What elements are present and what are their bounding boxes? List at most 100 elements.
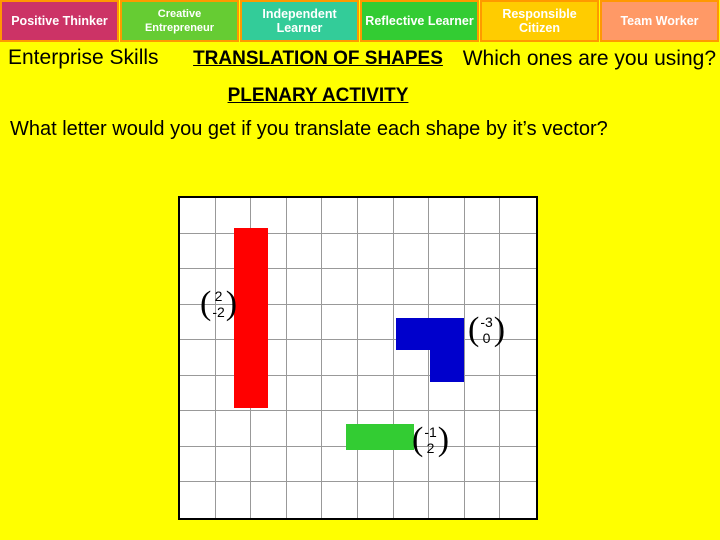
vector-left-paren: ( [412,421,424,458]
grid-cell [500,411,536,447]
grid-cell [180,411,216,447]
grid-cell [357,269,394,305]
enterprise-skills-label: Enterprise Skills [8,46,159,69]
skill-badge-label: Reflective Learner [365,14,474,28]
grid-cell [393,375,430,412]
grid-cell [464,375,501,412]
question-text: What letter would you get if you transla… [10,118,608,140]
grid-cell [464,233,501,270]
grid-cell [251,482,287,518]
skill-badge-team-worker[interactable]: Team Worker [600,0,719,42]
skill-badge-creative-entrepreneur[interactable]: Creative Entrepreneur [120,0,239,42]
grid-cell [286,233,323,270]
blue-shape-leg [430,350,464,382]
coordinate-grid [178,196,538,520]
grid-cell [286,375,323,412]
skill-badge-label: Team Worker [620,14,699,28]
blue-shape-top [396,318,464,350]
vector-left-paren: ( [200,285,212,322]
grid-cell [286,304,323,341]
green-shape-vector: ( -1 2 ) [412,421,449,458]
grid-cell [322,198,358,234]
vector-y: 0 [482,330,491,346]
grid-cell [357,375,394,412]
blue-shape-vector: ( -3 0 ) [468,311,506,348]
grid-cell [322,269,358,305]
grid-cell [429,482,465,518]
grid-cell [500,340,536,376]
skill-badge-reflective-learner[interactable]: Reflective Learner [360,0,479,42]
grid-cell [429,198,465,234]
grid-cell [465,482,501,518]
page-title: TRANSLATION OF SHAPES [193,48,443,69]
grid-cell [180,198,216,234]
grid-cell [357,446,394,483]
grid-cell [180,233,216,270]
grid-cell [500,305,536,341]
grid-cell [394,482,430,518]
grid-cell [322,482,358,518]
grid-cell [358,482,394,518]
grid-cell [286,446,323,483]
red-shape [234,228,268,408]
grid-cell [286,269,323,305]
grid-cell [500,269,536,305]
vector-y: -2 [212,304,225,320]
grid-cell [500,482,536,518]
skill-badge-label: Positive Thinker [11,14,108,28]
grid-cell [322,340,358,376]
red-shape-vector: ( 2 -2 ) [200,285,238,322]
grid-cell [286,340,323,376]
grid-cell [500,198,536,234]
plenary-activity-title: PLENARY ACTIVITY [227,85,409,106]
skill-badge-label: Independent Learner [262,7,337,35]
skill-badge-label: Creative Entrepreneur [144,8,215,34]
vector-x: -1 [424,424,437,440]
grid-cell [215,446,252,483]
grid-cell [500,447,536,483]
vector-left-paren: ( [468,311,480,348]
grid-cell [464,411,501,447]
grid-cell [286,198,323,234]
translation-grid-area: ( 2 -2 ) ( -3 0 ) ( -1 2 ) [178,196,538,520]
grid-cell [180,446,216,483]
grid-cell [464,269,501,305]
skill-badge-responsible-citizen[interactable]: Responsible Citizen [480,0,599,42]
grid-cell [251,446,287,483]
vector-x: 2 [214,288,223,304]
skill-badge-independent-learner[interactable]: Independent Learner [240,0,359,42]
grid-cell [251,411,287,447]
grid-cell [429,269,465,305]
vector-y: 2 [426,440,435,456]
grid-cell [357,198,394,234]
grid-cell [180,482,216,518]
grid-cell [322,233,358,270]
grid-cell [322,375,358,412]
green-shape [346,424,414,450]
which-ones-prompt: Which ones are you using? [462,47,716,70]
vector-right-paren: ) [225,285,238,322]
grid-cell [393,233,430,270]
grid-cell [287,482,323,518]
skill-badge-positive-thinker[interactable]: Positive Thinker [0,0,119,42]
grid-cell [464,446,501,483]
grid-cell [357,233,394,270]
grid-cell [216,482,252,518]
grid-cell [464,198,501,234]
grid-cell [357,340,394,376]
enterprise-skills-badge-row: Positive Thinker Creative Entrepreneur I… [0,0,720,42]
grid-cell [429,233,465,270]
grid-cell [322,446,358,483]
grid-cell [393,269,430,305]
grid-cell [500,376,536,412]
grid-cell [180,375,216,412]
grid-cell [500,234,536,270]
grid-cell [357,304,394,341]
vector-right-paren: ) [493,311,506,348]
grid-cell [286,411,323,447]
grid-cell [215,411,252,447]
skill-badge-label: Responsible Citizen [502,7,577,35]
grid-cell [393,198,430,234]
grid-cell [322,304,358,341]
vector-x: -3 [480,314,493,330]
